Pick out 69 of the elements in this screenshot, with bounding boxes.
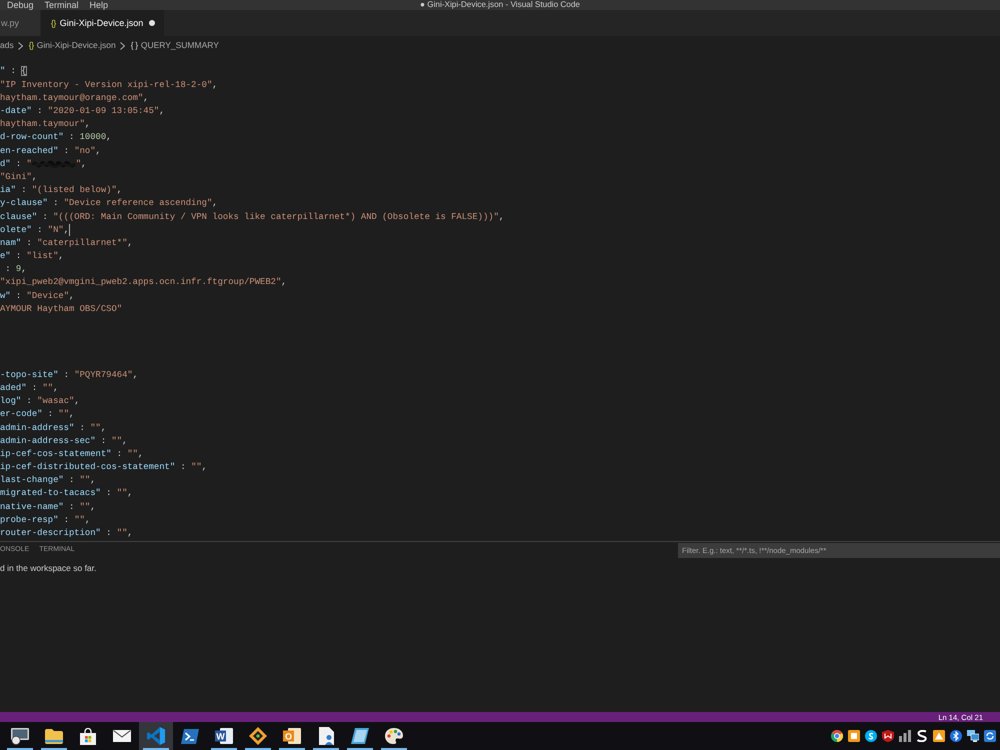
code-line: haytham.taymour", — [0, 119, 90, 130]
breadcrumb-item[interactable]: {} Gini-Xipi-Device.json — [28, 40, 116, 51]
code-line: nam" : "caterpillarnet*", — [0, 238, 133, 249]
palette-icon — [385, 728, 403, 744]
book-icon — [351, 728, 369, 744]
code-line: -topo-site" : "PQYR79464", — [0, 370, 138, 381]
code-line: "IP Inventory - Version xipi-rel-18-2-0", — [0, 80, 218, 91]
shield-icon[interactable] — [882, 730, 894, 742]
s-curve-icon[interactable] — [916, 730, 928, 742]
envelope-icon — [113, 730, 131, 742]
code-line: olete" : "N", — [0, 224, 69, 236]
ribbon-logo-icon — [147, 727, 165, 745]
panel-message: d in the workspace so far. — [0, 563, 96, 573]
code-line: log" : "wasac", — [0, 396, 80, 408]
code-line: last-change" : "", — [0, 475, 96, 486]
sync-icon[interactable] — [984, 730, 996, 742]
editor-tab[interactable]: w.py — [0, 10, 40, 36]
code-line: probe-resp" : "", — [0, 514, 90, 526]
code-line: ", — [76, 158, 86, 170]
taskbar-button[interactable]: W — [207, 722, 241, 750]
menu-item[interactable]: Terminal — [44, 0, 79, 10]
taskbar-button[interactable] — [139, 722, 173, 750]
code-line: native-name" : "", — [0, 502, 96, 513]
code-line: "xipi_pweb2@vmgini_pweb2.apps.ocn.infr.ftgroup/PWEB2", — [0, 277, 287, 288]
code-line: admin-address" : "", — [0, 422, 106, 434]
code-line: AYMOUR Haytham OBS/CSO" — [0, 304, 122, 315]
warning-tile-icon[interactable] — [933, 730, 945, 742]
code-line: d" : " — [0, 158, 32, 170]
code-line: en-reached" : "no", — [0, 146, 101, 157]
code-line: er-code" : "", — [0, 409, 74, 420]
code-line: haytham.taymour@orange.com", — [0, 92, 149, 104]
code-line: : 9, — [4, 264, 27, 276]
round-badge-icon[interactable] — [865, 730, 877, 742]
chevron-icon — [18, 42, 23, 50]
terminal-icon — [181, 728, 199, 744]
tile-icon[interactable] — [848, 730, 860, 742]
code-line: -date" : "2020-01-09 13:05:45", — [0, 106, 165, 118]
window-icon — [11, 728, 29, 744]
editor-tab[interactable]: {} Gini-Xipi-Device.json — [41, 10, 164, 36]
code-line: "Gini", — [0, 172, 38, 183]
bluetooth-icon[interactable] — [950, 730, 962, 742]
code-line: admin-address-sec" : "", — [0, 436, 128, 447]
menu-item[interactable]: Debug — [7, 0, 34, 10]
shopping-bag-icon — [80, 728, 96, 744]
code-line: router-description" : "", — [0, 528, 133, 540]
window-title: ● Gini-Xipi-Device.json - Visual Studio Code — [420, 0, 580, 10]
folder-icon — [45, 728, 63, 744]
document-icon — [318, 727, 334, 745]
code-line: d-row-count" : 10000, — [0, 132, 112, 144]
braces-icon: {} — [28, 40, 34, 51]
code-line: e" : "list", — [0, 251, 64, 262]
code-line: ip-cef-distributed-cos-statement" : "", — [0, 462, 207, 474]
monitor-icon[interactable] — [967, 730, 979, 742]
diamond-icon — [249, 727, 267, 745]
code-line: ia" : "(listed below)", — [0, 185, 122, 196]
code-line: clause" : "(((ORD: Main Community / VPN looks like caterpillarnet*) AND (Obsolete is FALSE)))", — [0, 212, 504, 223]
braces-icon: { } — [130, 40, 138, 51]
breadcrumb-item[interactable]: { } QUERY_SUMMARY — [130, 40, 219, 51]
circle-logo-icon[interactable] — [831, 730, 843, 742]
code-line: y-clause" : "Device reference ascending", — [0, 198, 218, 210]
code-line: w" : "Device", — [0, 290, 74, 302]
code-line: aded" : "", — [0, 382, 58, 394]
bars-icon[interactable] — [899, 730, 911, 742]
chevron-icon — [120, 42, 125, 50]
menu-item[interactable]: Help — [90, 0, 108, 10]
code-line: migrated-to-tacacs" : "", — [0, 488, 133, 500]
breadcrumb-item[interactable]: ads — [0, 40, 14, 51]
code-line: ip-cef-cos-statement" : "", — [0, 448, 144, 460]
braces-icon: {} — [51, 18, 56, 28]
